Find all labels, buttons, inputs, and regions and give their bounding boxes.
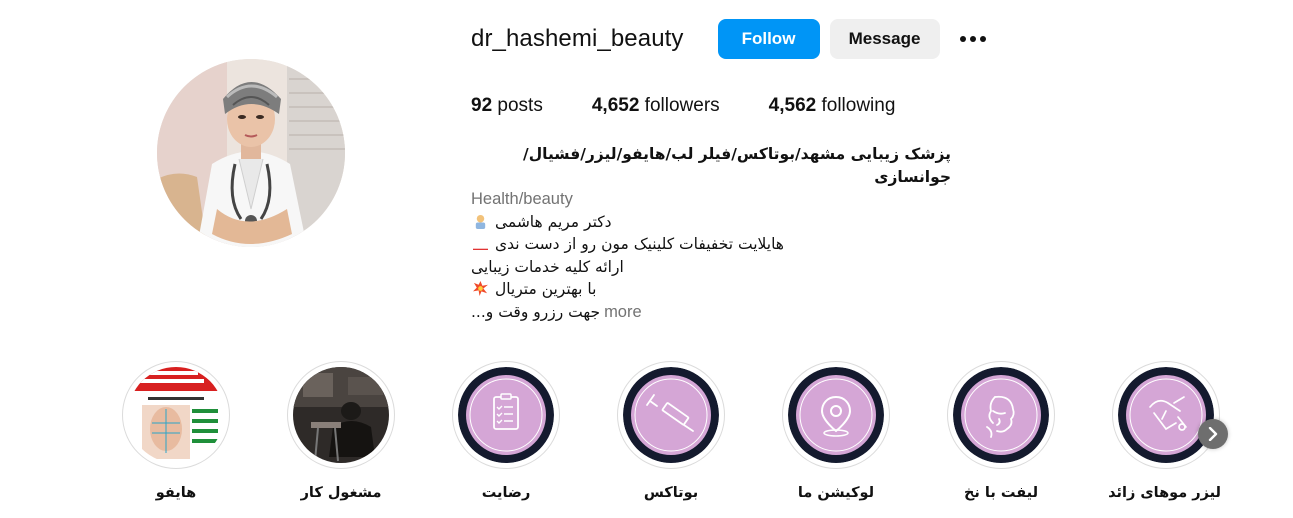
highlight-label: لوکیشن ما	[797, 485, 875, 501]
followers-stat[interactable]: 4,652 followers	[592, 95, 720, 117]
highlight-ring	[287, 361, 395, 469]
syringe-icon	[623, 367, 719, 463]
highlight-hifu[interactable]: هایفو	[121, 361, 231, 501]
collision-emoji-icon	[473, 281, 488, 296]
highlight-ring	[617, 361, 725, 469]
face-lift-icon	[953, 367, 1049, 463]
followers-label: followers	[644, 95, 720, 116]
bio-line-4: با بهترین متریال	[471, 278, 596, 301]
highlight-cover	[1118, 367, 1214, 463]
bio-category: Health/beauty	[471, 190, 573, 208]
bio-line-2-text: هایلایت تخفیفات کلینیک مون رو از دست ندی	[494, 235, 784, 253]
hundred-emoji-icon: 100	[473, 248, 488, 250]
following-stat[interactable]: 4,562 following	[769, 95, 896, 117]
bio-line-1-text: دکتر مریم هاشمی	[494, 212, 612, 231]
profile-stats: 92 posts 4,652 followers 4,562 following	[471, 95, 944, 117]
posts-label: posts	[497, 95, 543, 116]
bio-line-3: ارائه کلیه خدمات زیبایی	[471, 257, 624, 276]
clipboard-icon	[458, 367, 554, 463]
chevron-right-icon	[1208, 427, 1218, 441]
highlight-ring	[122, 361, 230, 469]
highlight-cover	[788, 367, 884, 463]
profile-header: dr_hashemi_beauty Follow Message	[471, 18, 990, 59]
bio-line-4-text: با بهترین متریال	[494, 280, 597, 298]
clinic-photo-image	[293, 367, 389, 463]
posts-count: 92	[471, 95, 493, 116]
highlight-botox[interactable]: بوتاکس	[616, 361, 726, 501]
bio-more-link[interactable]: more	[604, 301, 642, 324]
highlight-cover	[953, 367, 1049, 463]
more-options-button[interactable]	[956, 19, 990, 59]
username: dr_hashemi_beauty	[471, 24, 684, 52]
highlight-label: مشغول کار	[300, 485, 382, 501]
avatar-photo	[157, 59, 345, 247]
highlight-satisfaction[interactable]: رضایت	[451, 361, 561, 501]
highlights-next-button[interactable]	[1198, 419, 1228, 449]
highlight-ring	[1112, 361, 1220, 469]
highlight-busy-working[interactable]: مشغول کار	[286, 361, 396, 501]
story-highlights: هایفو مشغول کار رضایت بوتاکس لوکیشن ما ل…	[0, 361, 1293, 518]
more-horizontal-icon	[959, 35, 986, 42]
highlight-label: لیفت با نخ	[963, 485, 1039, 501]
hifu-flyer-image	[128, 367, 224, 463]
bio-last-row: جهت رزرو وقت و... more	[471, 301, 951, 324]
profile-avatar[interactable]	[157, 59, 345, 247]
bio-line-5: جهت رزرو وقت و...	[471, 302, 601, 321]
highlight-thread-lift[interactable]: لیفت با نخ	[946, 361, 1056, 501]
laser-hair-icon	[1118, 367, 1214, 463]
highlight-cover	[623, 367, 719, 463]
bio-line-2: هایلایت تخفیفات کلینیک مون رو از دست ندی…	[471, 233, 784, 256]
highlight-ring	[452, 361, 560, 469]
message-button[interactable]: Message	[829, 18, 940, 59]
followers-count: 4,652	[591, 95, 640, 116]
profile-bio: پزشک زیبایی مشهد/بوتاکس/فیلر لب/هایفو/لی…	[471, 143, 951, 323]
highlight-label: رضایت	[481, 485, 531, 501]
doctor-emoji-icon	[475, 214, 486, 229]
highlight-cover	[458, 367, 554, 463]
location-pin-icon	[788, 367, 884, 463]
highlight-label: لیزر موهای زائد	[1108, 485, 1221, 501]
following-label: following	[821, 95, 896, 116]
highlight-ring	[782, 361, 890, 469]
highlight-label: بوتاکس	[643, 485, 699, 501]
posts-stat: 92 posts	[471, 95, 543, 117]
highlight-label: هایفو	[155, 485, 197, 501]
highlight-ring	[947, 361, 1055, 469]
follow-button[interactable]: Follow	[717, 18, 820, 59]
following-count: 4,562	[768, 95, 817, 116]
bio-line-1: دکتر مریم هاشمی	[471, 211, 612, 234]
bio-name: پزشک زیبایی مشهد/بوتاکس/فیلر لب/هایفو/لی…	[523, 145, 951, 186]
highlight-our-location[interactable]: لوکیشن ما	[781, 361, 891, 501]
